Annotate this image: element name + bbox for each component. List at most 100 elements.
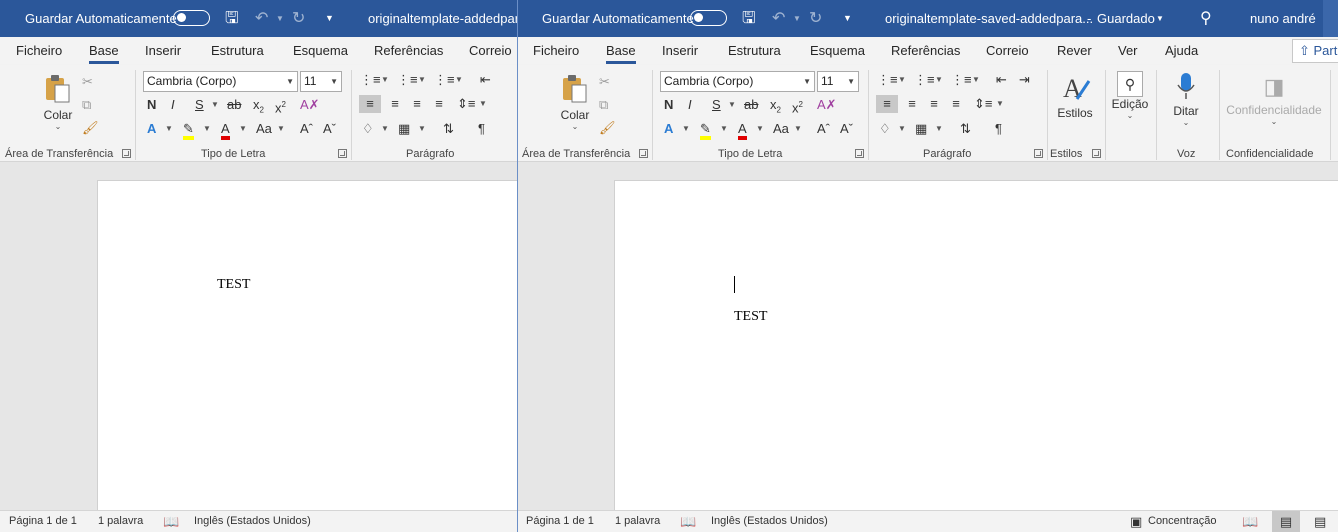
shading-dropdown-icon[interactable]: ▼ [898, 120, 906, 138]
decrease-indent-icon[interactable]: ⇤ [480, 71, 491, 89]
align-center-icon[interactable]: ≡ [902, 95, 922, 113]
superscript-icon[interactable]: x2 [792, 96, 803, 115]
highlight-icon[interactable]: ✎ [183, 120, 194, 140]
copy-icon[interactable]: ⧉ [599, 96, 608, 114]
web-layout-icon[interactable]: ▤ [1314, 511, 1326, 532]
styles-button[interactable]: A Estilos [1053, 73, 1097, 120]
tab-file[interactable]: Ficheiro [533, 37, 579, 65]
align-center-icon[interactable]: ≡ [385, 95, 405, 113]
italic-icon[interactable]: I [688, 96, 692, 114]
paste-button[interactable]: Colar ⌄ [40, 73, 76, 131]
focus-label[interactable]: Concentração [1148, 511, 1217, 532]
proofing-icon[interactable]: 📖 [680, 511, 696, 532]
font-launcher-icon[interactable] [855, 149, 864, 158]
tab-layout[interactable]: Esquema [810, 37, 865, 65]
subscript-icon[interactable]: x2 [770, 96, 781, 115]
justify-icon[interactable]: ≡ [429, 95, 449, 113]
paste-dropdown-icon[interactable]: ⌄ [557, 122, 593, 131]
numbering-icon[interactable]: ⋮≡ [397, 71, 418, 89]
borders-dropdown-icon[interactable]: ▼ [418, 120, 426, 138]
numbering-dropdown-icon[interactable]: ▼ [935, 71, 943, 89]
increase-indent-icon[interactable]: ⇥ [1019, 71, 1030, 89]
line-spacing-dropdown-icon[interactable]: ▼ [479, 95, 487, 113]
tab-design[interactable]: Estrutura [211, 37, 264, 65]
change-case-dropdown-icon[interactable]: ▼ [277, 120, 285, 138]
print-layout-icon[interactable]: ▤ [1272, 511, 1300, 532]
underline-dropdown-icon[interactable]: ▼ [211, 96, 219, 114]
save-icon[interactable]: 🖫 [742, 0, 756, 37]
tab-help[interactable]: Ajuda [1165, 37, 1198, 65]
editing-button[interactable]: ⚲ Edição ⌄ [1110, 71, 1150, 120]
sort-icon[interactable]: ⇅ [960, 120, 971, 138]
grow-font-icon[interactable]: Aˆ [817, 120, 830, 138]
word-count[interactable]: 1 palavra [98, 511, 143, 532]
line-spacing-icon[interactable]: ⇕≡ [974, 95, 992, 113]
tab-home[interactable]: Base [89, 37, 119, 65]
tab-layout[interactable]: Esquema [293, 37, 348, 65]
language-status[interactable]: Inglês (Estados Unidos) [711, 511, 828, 532]
strikethrough-icon[interactable]: ab [744, 96, 758, 114]
borders-icon[interactable]: ▦ [398, 120, 410, 138]
align-left-icon[interactable]: ≡ [876, 95, 898, 113]
bullets-icon[interactable]: ⋮≡ [360, 71, 381, 89]
proofing-icon[interactable]: 📖 [163, 511, 179, 532]
customize-qat-icon[interactable]: ▼ [325, 0, 334, 37]
undo-icon[interactable]: ↶ [255, 0, 268, 37]
bullets-dropdown-icon[interactable]: ▼ [381, 71, 389, 89]
text-effects-icon[interactable]: A [664, 120, 673, 138]
font-size-select[interactable]: 11 ▼ [817, 71, 859, 92]
highlight-dropdown-icon[interactable]: ▼ [203, 120, 211, 138]
paragraph-launcher-icon[interactable] [1034, 149, 1043, 158]
text-effects-dropdown-icon[interactable]: ▼ [682, 120, 690, 138]
shading-icon[interactable]: ♢ [879, 120, 891, 138]
avatar[interactable] [1323, 0, 1338, 37]
redo-icon[interactable]: ↻ [809, 0, 822, 37]
highlight-dropdown-icon[interactable]: ▼ [720, 120, 728, 138]
document-text[interactable]: TEST [734, 309, 767, 325]
multilevel-list-dropdown-icon[interactable]: ▼ [455, 71, 463, 89]
cut-icon[interactable]: ✂ [599, 73, 610, 91]
strikethrough-icon[interactable]: ab [227, 96, 241, 114]
save-status-dropdown-icon[interactable]: ▼ [1156, 0, 1164, 37]
clear-formatting-icon[interactable]: A✗ [300, 96, 320, 114]
text-effects-icon[interactable]: A [147, 120, 156, 138]
borders-dropdown-icon[interactable]: ▼ [935, 120, 943, 138]
clipboard-launcher-icon[interactable] [122, 149, 131, 158]
show-marks-icon[interactable]: ¶ [478, 120, 485, 138]
redo-icon[interactable]: ↻ [292, 0, 305, 37]
undo-dropdown-icon[interactable]: ▼ [276, 0, 284, 37]
document-page[interactable]: TEST [97, 180, 517, 520]
bold-icon[interactable]: N [664, 96, 673, 114]
autosave-toggle[interactable] [173, 10, 210, 26]
document-text[interactable]: TEST [217, 277, 250, 293]
italic-icon[interactable]: I [171, 96, 175, 114]
superscript-icon[interactable]: x2 [275, 96, 286, 115]
multilevel-list-icon[interactable]: ⋮≡ [434, 71, 455, 89]
grow-font-icon[interactable]: Aˆ [300, 120, 313, 138]
clear-formatting-icon[interactable]: A✗ [817, 96, 837, 114]
undo-icon[interactable]: ↶ [772, 0, 785, 37]
numbering-icon[interactable]: ⋮≡ [914, 71, 935, 89]
sort-icon[interactable]: ⇅ [443, 120, 454, 138]
save-status[interactable]: Guardado [1097, 0, 1155, 37]
underline-icon[interactable]: S [712, 96, 721, 114]
styles-launcher-icon[interactable] [1092, 149, 1101, 158]
format-painter-icon[interactable]: 🖌 [82, 119, 99, 137]
change-case-icon[interactable]: Aa [256, 120, 272, 138]
decrease-indent-icon[interactable]: ⇤ [996, 71, 1007, 89]
font-name-select[interactable]: Cambria (Corpo) ▼ [660, 71, 815, 92]
underline-dropdown-icon[interactable]: ▼ [728, 96, 736, 114]
font-name-select[interactable]: Cambria (Corpo) ▼ [143, 71, 298, 92]
sensitivity-button[interactable]: ◨ Confidencialidade ⌄ [1224, 71, 1324, 126]
tab-design[interactable]: Estrutura [728, 37, 781, 65]
page-count[interactable]: Página 1 de 1 [526, 511, 594, 532]
font-color-icon[interactable]: A [221, 120, 230, 140]
multilevel-list-icon[interactable]: ⋮≡ [951, 71, 972, 89]
word-count[interactable]: 1 palavra [615, 511, 660, 532]
font-color-dropdown-icon[interactable]: ▼ [756, 120, 764, 138]
shading-icon[interactable]: ♢ [362, 120, 374, 138]
tab-view[interactable]: Ver [1118, 37, 1138, 65]
sensitivity-dropdown-icon[interactable]: ⌄ [1224, 117, 1324, 126]
tab-review[interactable]: Rever [1057, 37, 1092, 65]
bold-icon[interactable]: N [147, 96, 156, 114]
